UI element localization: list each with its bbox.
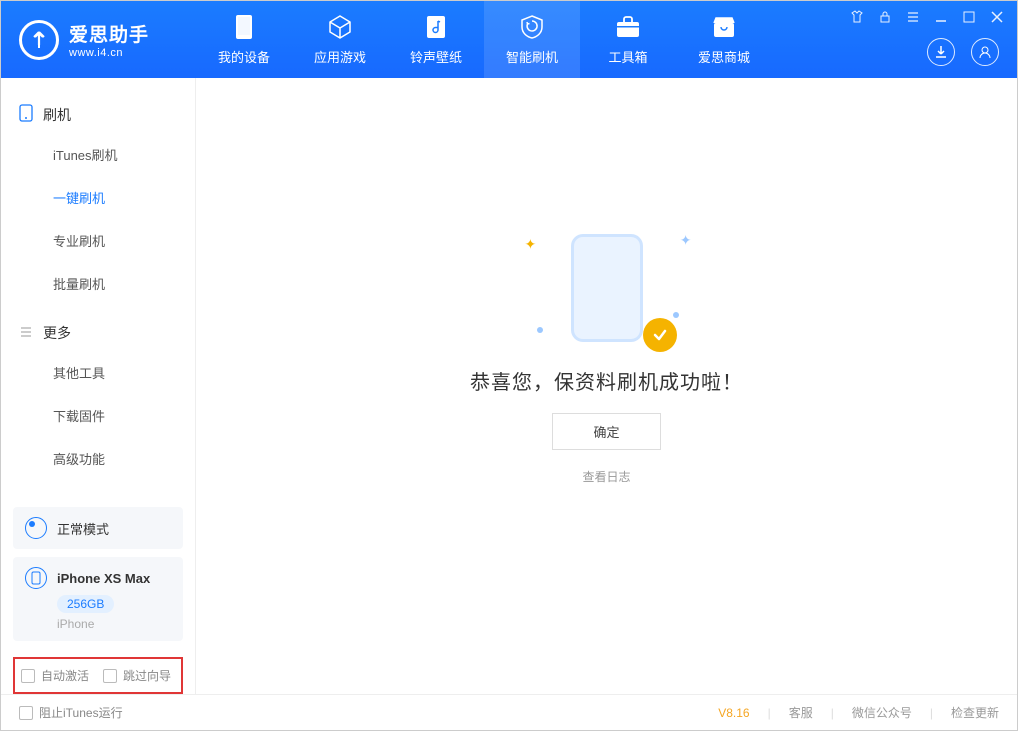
ok-button[interactable]: 确定 xyxy=(552,413,660,450)
checkbox-label: 自动激活 xyxy=(41,667,89,684)
footer-link-wechat[interactable]: 微信公众号 xyxy=(852,704,912,721)
header: 爱思助手 www.i4.cn 我的设备 应用游戏 铃声壁纸 智能刷机 工具箱 爱… xyxy=(1,1,1017,78)
nav-label: 铃声壁纸 xyxy=(410,47,462,66)
download-button[interactable] xyxy=(927,38,955,66)
sidebar-item-oneclick-flash[interactable]: 一键刷机 xyxy=(53,176,195,219)
window-controls xyxy=(849,9,1005,25)
list-icon xyxy=(19,325,33,342)
checkbox-label: 阻止iTunes运行 xyxy=(39,704,123,721)
nav-my-device[interactable]: 我的设备 xyxy=(196,1,292,78)
sidebar-group-more: 更多 xyxy=(1,315,195,351)
nav-store[interactable]: 爱思商城 xyxy=(676,1,772,78)
group-title: 更多 xyxy=(43,323,71,343)
device-detail-box[interactable]: iPhone XS Max 256GB iPhone xyxy=(13,557,183,641)
app-subtitle: www.i4.cn xyxy=(69,47,149,59)
device-storage-badge: 256GB xyxy=(57,595,114,613)
nav-toolbox[interactable]: 工具箱 xyxy=(580,1,676,78)
sidebar-item-download-firmware[interactable]: 下载固件 xyxy=(53,394,195,437)
header-actions xyxy=(927,38,999,66)
nav-apps[interactable]: 应用游戏 xyxy=(292,1,388,78)
footer-link-support[interactable]: 客服 xyxy=(789,704,813,721)
sidebar-item-itunes-flash[interactable]: iTunes刷机 xyxy=(53,133,195,176)
minimize-icon[interactable] xyxy=(933,9,949,25)
success-message: 恭喜您，保资料刷机成功啦！ xyxy=(470,366,743,395)
sidebar-item-other-tools[interactable]: 其他工具 xyxy=(53,351,195,394)
content: 刷机 iTunes刷机 一键刷机 专业刷机 批量刷机 更多 其他工具 下载固件 … xyxy=(1,78,1017,694)
store-icon xyxy=(710,13,738,41)
logo-area: 爱思助手 www.i4.cn xyxy=(1,1,196,78)
device-icon xyxy=(230,13,258,41)
cube-icon xyxy=(326,13,354,41)
checkbox-auto-activate[interactable]: 自动激活 xyxy=(21,667,89,684)
maximize-icon[interactable] xyxy=(961,9,977,25)
nav-label: 我的设备 xyxy=(218,47,270,66)
device-name: iPhone XS Max xyxy=(57,571,150,586)
checkbox-icon xyxy=(19,706,33,720)
options-row: 自动激活 跳过向导 xyxy=(13,657,183,694)
checkbox-icon xyxy=(21,669,35,683)
user-button[interactable] xyxy=(971,38,999,66)
device-icon xyxy=(25,567,47,589)
checkbox-label: 跳过向导 xyxy=(123,667,171,684)
nav-label: 应用游戏 xyxy=(314,47,366,66)
footer: 阻止iTunes运行 V8.16 | 客服 | 微信公众号 | 检查更新 xyxy=(1,694,1017,730)
toolbox-icon xyxy=(614,13,642,41)
phone-icon xyxy=(19,104,33,125)
sidebar-item-batch-flash[interactable]: 批量刷机 xyxy=(53,262,195,305)
check-icon xyxy=(643,318,677,352)
success-illustration: ✦ ✦ xyxy=(547,228,667,348)
group-title: 刷机 xyxy=(43,105,71,125)
phone-icon xyxy=(571,234,643,342)
device-mode-label: 正常模式 xyxy=(57,519,109,538)
version-label: V8.16 xyxy=(718,706,749,720)
nav-ringtones[interactable]: 铃声壁纸 xyxy=(388,1,484,78)
nav-label: 智能刷机 xyxy=(506,47,558,66)
main-panel: ✦ ✦ 恭喜您，保资料刷机成功啦！ 确定 查看日志 xyxy=(196,78,1017,694)
footer-link-update[interactable]: 检查更新 xyxy=(951,704,999,721)
sidebar: 刷机 iTunes刷机 一键刷机 专业刷机 批量刷机 更多 其他工具 下载固件 … xyxy=(1,78,196,694)
menu-icon[interactable] xyxy=(905,9,921,25)
checkbox-skip-guide[interactable]: 跳过向导 xyxy=(103,667,171,684)
shield-icon xyxy=(518,13,546,41)
close-icon[interactable] xyxy=(989,9,1005,25)
sidebar-item-pro-flash[interactable]: 专业刷机 xyxy=(53,219,195,262)
logo-icon xyxy=(19,20,59,60)
music-icon xyxy=(422,13,450,41)
nav-label: 爱思商城 xyxy=(698,47,750,66)
shirt-icon[interactable] xyxy=(849,9,865,25)
mode-icon xyxy=(25,517,47,539)
nav-label: 工具箱 xyxy=(608,47,647,66)
sidebar-group-flash: 刷机 xyxy=(1,96,195,133)
sidebar-item-advanced[interactable]: 高级功能 xyxy=(53,437,195,480)
nav: 我的设备 应用游戏 铃声壁纸 智能刷机 工具箱 爱思商城 xyxy=(196,1,772,78)
nav-flash[interactable]: 智能刷机 xyxy=(484,1,580,78)
view-log-link[interactable]: 查看日志 xyxy=(582,468,630,485)
lock-icon[interactable] xyxy=(877,9,893,25)
checkbox-block-itunes[interactable]: 阻止iTunes运行 xyxy=(19,704,123,721)
device-mode-box[interactable]: 正常模式 xyxy=(13,507,183,549)
device-type: iPhone xyxy=(57,617,171,631)
app-title: 爱思助手 xyxy=(69,20,149,47)
checkbox-icon xyxy=(103,669,117,683)
